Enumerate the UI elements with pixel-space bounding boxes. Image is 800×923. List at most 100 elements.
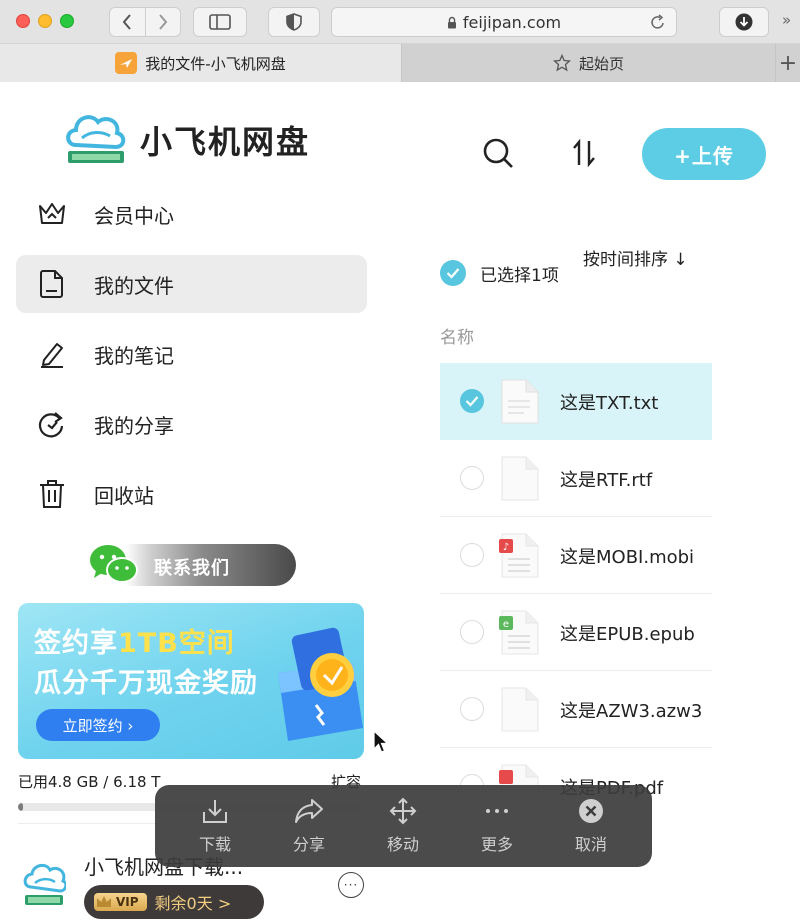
- storage-progress-fill: [18, 803, 24, 811]
- column-header-name: 名称: [440, 328, 474, 348]
- download-circle-icon: [735, 13, 753, 31]
- gift-box-illustration: [278, 627, 363, 741]
- action-label: 下载: [198, 835, 231, 854]
- window-minimize-button[interactable]: [38, 14, 52, 28]
- move-icon: [373, 797, 433, 825]
- sign-now-button[interactable]: 立即签约 ›: [36, 709, 160, 741]
- sidebar-toggle-button[interactable]: [193, 7, 247, 37]
- reload-icon[interactable]: [650, 13, 666, 31]
- privacy-button[interactable]: [268, 7, 320, 37]
- file-row[interactable]: e 这是EPUB.epub: [440, 594, 712, 671]
- row-checkbox[interactable]: [460, 466, 484, 490]
- banner-subtitle: 瓜分千万现金奖励: [34, 668, 258, 699]
- user-more-icon[interactable]: ···: [338, 872, 364, 898]
- row-checkbox[interactable]: [460, 697, 484, 721]
- lock-icon: [447, 16, 456, 28]
- row-checkbox[interactable]: [460, 543, 484, 567]
- file-row[interactable]: 这是TXT.txt: [440, 363, 712, 440]
- shield-icon: [286, 13, 302, 31]
- toolbar-overflow-icon[interactable]: »: [782, 11, 791, 29]
- mobi-file-icon: ♪: [499, 533, 539, 578]
- search-button[interactable]: [480, 135, 516, 171]
- row-checkbox[interactable]: [460, 620, 484, 644]
- contact-us-button[interactable]: 联系我们: [88, 544, 296, 586]
- window-maximize-button[interactable]: [60, 14, 74, 28]
- file-row[interactable]: ♪ 这是MOBI.mobi: [440, 517, 712, 594]
- file-row[interactable]: 这是RTF.rtf: [440, 440, 712, 517]
- forward-button[interactable]: [144, 8, 180, 36]
- file-row[interactable]: 这是AZW3.azw3: [440, 671, 712, 748]
- downloads-button[interactable]: [719, 7, 769, 37]
- banner-title: 签约享1TB空间: [34, 628, 235, 659]
- move-action-button[interactable]: 移动: [373, 797, 433, 855]
- sort-by-time-dropdown[interactable]: 按时间排序 ↓: [583, 246, 693, 274]
- sidebar-item-recycle-bin[interactable]: 回收站: [16, 465, 367, 523]
- file-name: 这是TXT.txt: [560, 393, 659, 414]
- select-all-checkbox[interactable]: [440, 260, 466, 286]
- vip-tag: VIP: [94, 893, 147, 911]
- sidebar-item-label: 会员中心: [94, 203, 174, 228]
- sidebar-item-my-shares[interactable]: 我的分享: [16, 395, 367, 453]
- download-action-button[interactable]: 下载: [185, 797, 245, 855]
- share-arrow-icon: [279, 797, 339, 825]
- search-icon: [483, 138, 513, 168]
- back-button[interactable]: [110, 8, 145, 36]
- storage-usage-text: 已用4.8 GB / 6.18 T: [18, 773, 161, 791]
- chevron-right-icon: [159, 14, 168, 30]
- action-label: 移动: [386, 835, 419, 854]
- new-tab-button[interactable]: +: [776, 44, 800, 82]
- svg-text:♪: ♪: [503, 542, 509, 553]
- pen-icon: [36, 338, 68, 370]
- file-name: 这是MOBI.mobi: [560, 547, 695, 568]
- action-label: 更多: [480, 835, 513, 854]
- sidebar-item-my-notes[interactable]: 我的笔记: [16, 325, 367, 383]
- sidebar-item-label: 回收站: [94, 483, 154, 508]
- page-content: 小飞机网盘 会员中心 我的文件 我的笔记 我的分享 回收站 联系我们 签约享1T…: [0, 83, 800, 923]
- sidebar-item-vip-center[interactable]: 会员中心: [16, 185, 367, 243]
- site-favicon-icon: [115, 52, 138, 74]
- share-icon: [36, 408, 68, 440]
- tab-my-files[interactable]: 我的文件-小飞机网盘: [0, 44, 402, 82]
- avatar[interactable]: [22, 861, 66, 909]
- sort-arrows-icon: [573, 139, 595, 167]
- svg-text:e: e: [503, 619, 509, 630]
- row-checkbox[interactable]: [460, 389, 484, 413]
- sort-button[interactable]: [566, 135, 602, 171]
- wechat-icon: [90, 545, 138, 583]
- sidebar-icon: [209, 14, 231, 30]
- file-name: 这是RTF.rtf: [560, 470, 653, 491]
- download-icon: [185, 797, 245, 825]
- browser-titlebar: feijipan.com »: [0, 0, 800, 44]
- more-action-button[interactable]: 更多: [467, 797, 527, 855]
- vip-status-badge[interactable]: VIP 剩余0天 >: [84, 885, 264, 919]
- crown-icon: [36, 198, 68, 230]
- action-label: 分享: [292, 835, 325, 854]
- selected-count-text: 已选择1项: [480, 266, 559, 286]
- selection-action-bar: 下载 分享 移动 更多 取消: [155, 785, 652, 867]
- logo-cloud-icon: [66, 115, 126, 163]
- star-icon: [552, 54, 571, 72]
- document-icon: [36, 268, 68, 300]
- cancel-icon: [561, 797, 621, 825]
- epub-file-icon: e: [499, 610, 539, 655]
- check-icon: [446, 268, 460, 279]
- address-bar[interactable]: feijipan.com: [331, 7, 677, 37]
- tab-start-page[interactable]: 起始页: [402, 44, 776, 82]
- file-name: 这是AZW3.azw3: [560, 701, 703, 722]
- nav-buttons: [109, 7, 181, 37]
- check-icon: [465, 396, 479, 407]
- upload-button[interactable]: +上传: [642, 128, 766, 180]
- txt-file-icon: [501, 379, 539, 424]
- mouse-cursor-icon: [373, 730, 389, 753]
- azw3-file-icon: [501, 687, 539, 732]
- chevron-left-icon: [123, 14, 132, 30]
- promo-banner[interactable]: 签约享1TB空间 瓜分千万现金奖励 立即签约 ›: [18, 603, 364, 759]
- tab-bar: 我的文件-小飞机网盘 起始页 +: [0, 44, 800, 82]
- tab-label: 起始页: [578, 54, 624, 73]
- cancel-action-button[interactable]: 取消: [561, 797, 621, 855]
- trash-icon: [36, 478, 68, 510]
- share-action-button[interactable]: 分享: [279, 797, 339, 855]
- vip-remaining-text: 剩余0天 >: [154, 894, 232, 913]
- sidebar-item-my-files[interactable]: 我的文件: [16, 255, 367, 313]
- window-close-button[interactable]: [16, 14, 30, 28]
